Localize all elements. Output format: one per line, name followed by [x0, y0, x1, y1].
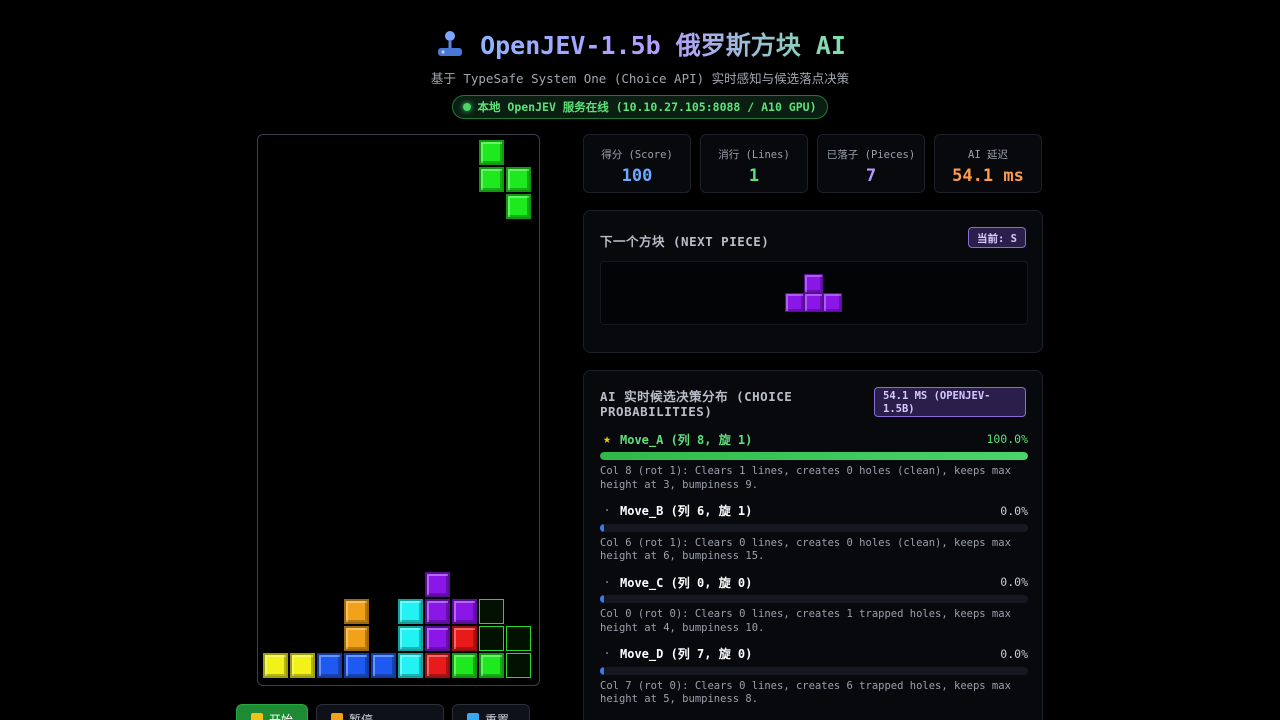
stack-block: [398, 626, 423, 651]
probability-bar: [600, 523, 1028, 532]
latency-card: AI 延迟 54.1 ms: [934, 134, 1042, 193]
move-item-c[interactable]: · Move_C (列 0, 旋 0) 0.0% Col 0 (rot 0): C…: [600, 574, 1028, 646]
header: OpenJEV-1.5b 俄罗斯方块 AI 基于 TypeSafe System…: [0, 24, 1280, 119]
stack-block: [452, 599, 477, 624]
move-probability: 0.0%: [1000, 575, 1028, 589]
falling-block: [479, 167, 504, 192]
bullet-icon: ·: [603, 647, 611, 660]
control-buttons: 开始 暂停 重置: [236, 704, 531, 720]
lines-card: 消行 (Lines) 1: [700, 134, 808, 193]
move-label: Move_B (列 6, 旋 1): [620, 504, 753, 518]
ai-choice-panel: AI 实时候选决策分布 (CHOICE PROBABILITIES) 54.1 …: [583, 370, 1043, 720]
bullet-icon: ·: [603, 575, 611, 589]
pieces-value: 7: [865, 166, 877, 186]
stack-block: [290, 653, 315, 678]
stack-block: [425, 572, 450, 597]
start-button[interactable]: 开始: [236, 704, 309, 720]
next-piece-cell: [804, 274, 823, 293]
move-probability: 0.0%: [1000, 503, 1028, 518]
next-piece-preview: [600, 261, 1028, 325]
lines-label: 消行 (Lines): [718, 149, 790, 161]
stack-block: [479, 653, 504, 678]
stack-block: [344, 653, 369, 678]
falling-block: [479, 140, 504, 165]
page-subtitle: 基于 TypeSafe System One (Choice API) 实时感知…: [430, 71, 850, 86]
title-row: OpenJEV-1.5b 俄罗斯方块 AI: [0, 24, 1280, 64]
lines-value: 1: [748, 166, 760, 186]
score-label: 得分 (Score): [601, 149, 673, 161]
move-list: ★ Move_A (列 8, 旋 1) 100.0% Col 8 (rot 1):…: [600, 431, 1028, 717]
stack-block: [452, 653, 477, 678]
current-piece-badge: 当前: S: [968, 227, 1026, 248]
probability-fill: [600, 523, 604, 532]
probability-bar: [600, 595, 1028, 603]
reset-button-label: 重置: [485, 712, 510, 720]
star-icon: ★: [603, 431, 611, 447]
pieces-label: 已落子 (Pieces): [826, 149, 916, 161]
move-description: Col 0 (rot 0): Clears 0 lines, creates 1…: [600, 608, 1011, 634]
ghost-block: [479, 599, 504, 624]
stack-block: [398, 653, 423, 678]
move-probability: 100.0%: [986, 432, 1028, 446]
probability-fill: [600, 666, 604, 675]
next-piece-cell: [785, 293, 804, 312]
server-status-badge: 本地 OpenJEV 服务在线 (10.10.27.105:8088 / A10…: [452, 95, 828, 119]
pieces-card: 已落子 (Pieces) 7: [817, 134, 925, 193]
latency-value: 54.1 ms: [952, 166, 1024, 186]
bullet-icon: ·: [603, 504, 611, 517]
joystick-icon: [438, 31, 463, 56]
move-label: Move_D (列 7, 旋 0): [620, 647, 753, 661]
start-icon: [251, 713, 263, 720]
next-piece-cell: [804, 293, 823, 312]
latency-label: AI 延迟: [968, 149, 1008, 161]
pause-button[interactable]: 暂停: [316, 704, 445, 720]
next-piece-cell: [823, 293, 842, 312]
next-piece-title: 下一个方块 (NEXT PIECE): [600, 234, 770, 249]
status-dot-icon: [463, 103, 472, 111]
ghost-block: [506, 626, 531, 651]
stats-row: 得分 (Score) 100 消行 (Lines) 1 已落子 (Pieces)…: [583, 134, 1042, 193]
stack-block: [425, 626, 450, 651]
page-title: OpenJEV-1.5b 俄罗斯方块 AI: [480, 26, 846, 62]
stack-block: [344, 599, 369, 624]
move-item-d[interactable]: · Move_D (列 7, 旋 0) 0.0% Col 7 (rot 0): C…: [600, 646, 1028, 718]
move-description: Col 6 (rot 1): Clears 0 lines, creates 0…: [600, 536, 1011, 563]
probability-fill: [600, 595, 604, 603]
move-description: Col 8 (rot 1): Clears 1 lines, creates 0…: [600, 465, 1011, 491]
stack-block: [425, 599, 450, 624]
falling-block: [506, 167, 531, 192]
next-piece-panel: 下一个方块 (NEXT PIECE) 当前: S: [583, 210, 1043, 353]
score-value: 100: [621, 166, 653, 186]
move-label: Move_A (列 8, 旋 1): [620, 432, 753, 447]
move-item-a[interactable]: ★ Move_A (列 8, 旋 1) 100.0% Col 8 (rot 1):…: [600, 431, 1028, 503]
stack-block: [452, 626, 477, 651]
move-description: Col 7 (rot 0): Clears 0 lines, creates 6…: [600, 679, 1011, 706]
stack-block: [371, 653, 396, 678]
move-label: Move_C (列 0, 旋 0): [620, 575, 753, 590]
stack-block: [425, 653, 450, 678]
falling-block: [506, 194, 531, 219]
ai-panel-title: AI 实时候选决策分布 (CHOICE PROBABILITIES): [600, 389, 793, 419]
stack-block: [398, 599, 423, 624]
probability-fill: [600, 452, 1028, 460]
ai-latency-badge: 54.1 MS (OPENJEV-1.5B): [874, 387, 1026, 417]
probability-bar: [600, 666, 1028, 675]
server-status-text: 本地 OpenJEV 服务在线 (10.10.27.105:8088 / A10…: [477, 100, 817, 114]
reset-button[interactable]: 重置: [452, 704, 531, 720]
move-item-b[interactable]: · Move_B (列 6, 旋 1) 0.0% Col 6 (rot 1): C…: [600, 503, 1028, 575]
stack-block: [317, 653, 342, 678]
ghost-block: [479, 626, 504, 651]
reset-icon: [467, 713, 480, 720]
stack-block: [263, 653, 288, 678]
pause-button-label: 暂停: [349, 712, 374, 720]
ghost-block: [506, 653, 531, 678]
score-card: 得分 (Score) 100: [583, 134, 691, 193]
stack-block: [344, 626, 369, 651]
probability-bar: [600, 452, 1028, 460]
start-button-label: 开始: [269, 712, 294, 720]
pause-icon: [331, 713, 344, 720]
tetris-board[interactable]: [257, 134, 540, 686]
move-probability: 0.0%: [1000, 646, 1028, 661]
